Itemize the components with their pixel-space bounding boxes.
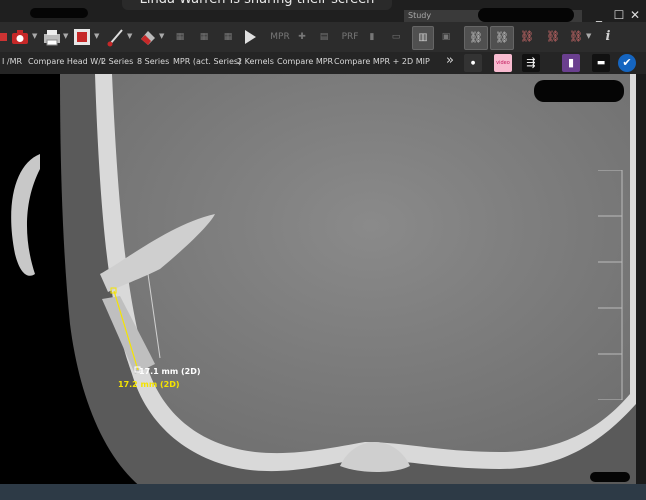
close-button[interactable]: ✕ xyxy=(626,8,644,22)
chevron-down-icon[interactable]: ▼ xyxy=(94,32,99,40)
layout-item-2-series[interactable]: 2 Series xyxy=(101,57,133,66)
layout-item-compare-head[interactable]: Compare Head W/L xyxy=(28,57,105,66)
link-settings-icon[interactable]: ⛓ xyxy=(542,26,564,48)
layout-presets-bar: I /MR Compare Head W/L 2 Series 8 Series… xyxy=(0,52,646,75)
grid-icon[interactable]: ▦ xyxy=(220,26,236,48)
print-icon[interactable] xyxy=(42,28,62,46)
app-icon-avatar[interactable]: ● xyxy=(464,54,482,72)
chevron-down-icon[interactable]: ▼ xyxy=(63,32,68,40)
prf-button[interactable]: PRF xyxy=(340,26,360,48)
mip-icon[interactable]: ▤ xyxy=(316,26,332,48)
layout-item-2-kernels[interactable]: 2 Kernels xyxy=(237,57,274,66)
camera-icon[interactable] xyxy=(10,28,30,46)
image-viewport[interactable]: 17.1 mm (2D) 17.2 mm (2D) xyxy=(0,74,636,500)
layout-item-8-series[interactable]: 8 Series xyxy=(137,57,169,66)
chevron-down-icon[interactable]: ▼ xyxy=(159,32,164,40)
more-layouts-button[interactable]: » xyxy=(446,53,454,68)
link-red-icon[interactable]: ⛓ xyxy=(516,26,538,48)
mpr-button[interactable]: MPR xyxy=(270,26,290,48)
measurement-label-white[interactable]: 17.1 mm (2D) xyxy=(139,367,201,376)
redacted-overlay-text xyxy=(534,80,624,102)
layout-item-mr[interactable]: I /MR xyxy=(2,57,22,66)
scale-ruler xyxy=(598,170,623,400)
vertical-scrollbar[interactable] xyxy=(636,74,646,500)
app-icon-purple[interactable]: ▮ xyxy=(562,54,580,72)
link-icon[interactable]: ⛓ xyxy=(464,26,488,50)
play-icon[interactable] xyxy=(242,28,258,46)
ct-image xyxy=(0,74,636,500)
app-icon-dark[interactable]: ▬ xyxy=(592,54,610,72)
layout-icon[interactable]: ▥ xyxy=(412,26,434,50)
app-icon-forward[interactable]: ⇶ xyxy=(522,54,540,72)
unlink-icon[interactable]: ⛓ xyxy=(490,26,514,50)
bar-icon[interactable]: ▮ xyxy=(366,26,378,48)
screen-share-banner: Linda Warren is sharing their screen xyxy=(122,0,392,10)
info-button[interactable]: i xyxy=(598,26,618,48)
chevron-down-icon[interactable]: ▼ xyxy=(32,32,37,40)
measurement-label-yellow[interactable]: 17.2 mm (2D) xyxy=(118,380,180,389)
main-toolbar: ▼ ▼ ▼ ▼ ▼ ▦ ▦ ▦ MPR ✚ ▤ PRF ▮ ▭ ▥ ▣ ⛓ ⛓ … xyxy=(0,22,646,53)
partial-tool-icon[interactable] xyxy=(0,30,8,44)
layout-item-mpr-act[interactable]: MPR (act. Series) xyxy=(173,57,241,66)
check-icon[interactable]: ✔ xyxy=(618,54,636,72)
layout-item-compare-mpr[interactable]: Compare MPR xyxy=(277,57,333,66)
crosshair-icon[interactable]: ✚ xyxy=(294,26,310,48)
taskbar xyxy=(0,484,646,500)
redacted-title xyxy=(30,8,88,18)
save-icon[interactable]: ▣ xyxy=(438,26,454,48)
layout-item-compare-mpr-mip[interactable]: Compare MPR + 2D MIP xyxy=(334,57,430,66)
minimize-button[interactable]: _ xyxy=(590,8,608,22)
link-more-icon[interactable]: ⛓ xyxy=(566,26,586,48)
redacted-study-name xyxy=(478,8,574,22)
app-icon-video[interactable]: video xyxy=(494,54,512,72)
grid-icon[interactable]: ▦ xyxy=(196,26,212,48)
bar-icon[interactable]: ▭ xyxy=(388,26,404,48)
eraser-icon[interactable] xyxy=(138,27,158,47)
brush-icon[interactable] xyxy=(106,27,126,47)
redacted-corner-text xyxy=(590,472,630,482)
chevron-down-icon[interactable]: ▼ xyxy=(586,32,591,40)
grid-icon[interactable]: ▦ xyxy=(172,26,188,48)
layout-export-icon[interactable] xyxy=(72,27,92,47)
chevron-down-icon[interactable]: ▼ xyxy=(127,32,132,40)
